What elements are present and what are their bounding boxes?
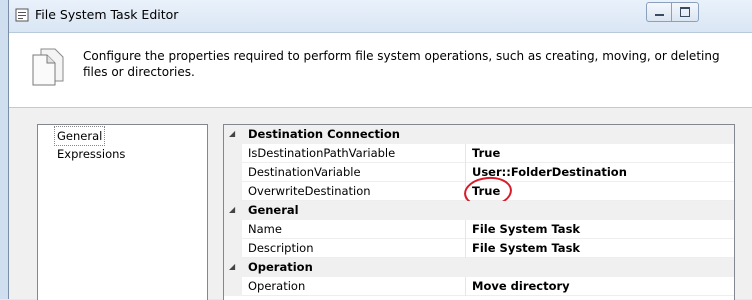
desktop-edge bbox=[0, 0, 8, 299]
property-value[interactable]: File System Task bbox=[472, 222, 580, 236]
maximize-button[interactable] bbox=[671, 2, 699, 22]
category-general[interactable]: ◢ General bbox=[224, 201, 734, 220]
property-row[interactable]: Name File System Task bbox=[224, 220, 734, 239]
property-name: DestinationVariable bbox=[248, 165, 361, 179]
property-name: Name bbox=[248, 222, 282, 236]
property-name: Description bbox=[248, 241, 314, 255]
property-name: Operation bbox=[248, 279, 306, 293]
header-description: Configure the properties required to per… bbox=[83, 49, 720, 79]
nav-item-general[interactable]: General bbox=[54, 126, 106, 146]
category-operation[interactable]: ◢ Operation bbox=[224, 258, 734, 277]
minimize-icon bbox=[654, 14, 664, 16]
category-destination-connection[interactable]: ◢ Destination Connection bbox=[224, 125, 734, 144]
description-header: Configure the properties required to per… bbox=[9, 33, 752, 108]
collapse-arrow-icon[interactable]: ◢ bbox=[229, 129, 235, 138]
property-row[interactable]: OverwriteDestination True bbox=[224, 174, 734, 210]
property-row[interactable]: IsDestinationPathVariable True bbox=[224, 144, 734, 163]
property-row[interactable]: DestinationVariable User::FolderDestinat… bbox=[224, 163, 734, 182]
maximize-icon bbox=[680, 7, 690, 17]
property-name: OverwriteDestination bbox=[248, 184, 371, 198]
window-title: File System Task Editor bbox=[35, 7, 179, 22]
collapse-arrow-icon[interactable]: ◢ bbox=[229, 262, 235, 271]
property-value[interactable]: True bbox=[472, 184, 500, 198]
app-icon bbox=[15, 8, 29, 22]
minimize-button[interactable] bbox=[646, 2, 671, 22]
page-navigation: General Expressions bbox=[37, 124, 208, 300]
property-value[interactable]: User::FolderDestination bbox=[472, 165, 627, 179]
nav-item-expressions[interactable]: Expressions bbox=[55, 145, 127, 163]
title-bar[interactable]: File System Task Editor bbox=[9, 0, 752, 33]
property-row[interactable]: Operation Move directory bbox=[224, 277, 734, 296]
property-value[interactable]: Move directory bbox=[472, 279, 570, 293]
document-icon bbox=[31, 47, 65, 90]
file-system-task-editor-window: File System Task Editor Configure the pr… bbox=[8, 0, 752, 300]
property-grid: ◢ Destination Connection IsDestinationPa… bbox=[223, 124, 735, 300]
property-name: IsDestinationPathVariable bbox=[248, 146, 396, 160]
property-value[interactable]: True bbox=[472, 146, 500, 160]
property-row[interactable]: Description File System Task bbox=[224, 239, 734, 258]
property-value[interactable]: File System Task bbox=[472, 241, 580, 255]
collapse-arrow-icon[interactable]: ◢ bbox=[229, 205, 235, 214]
